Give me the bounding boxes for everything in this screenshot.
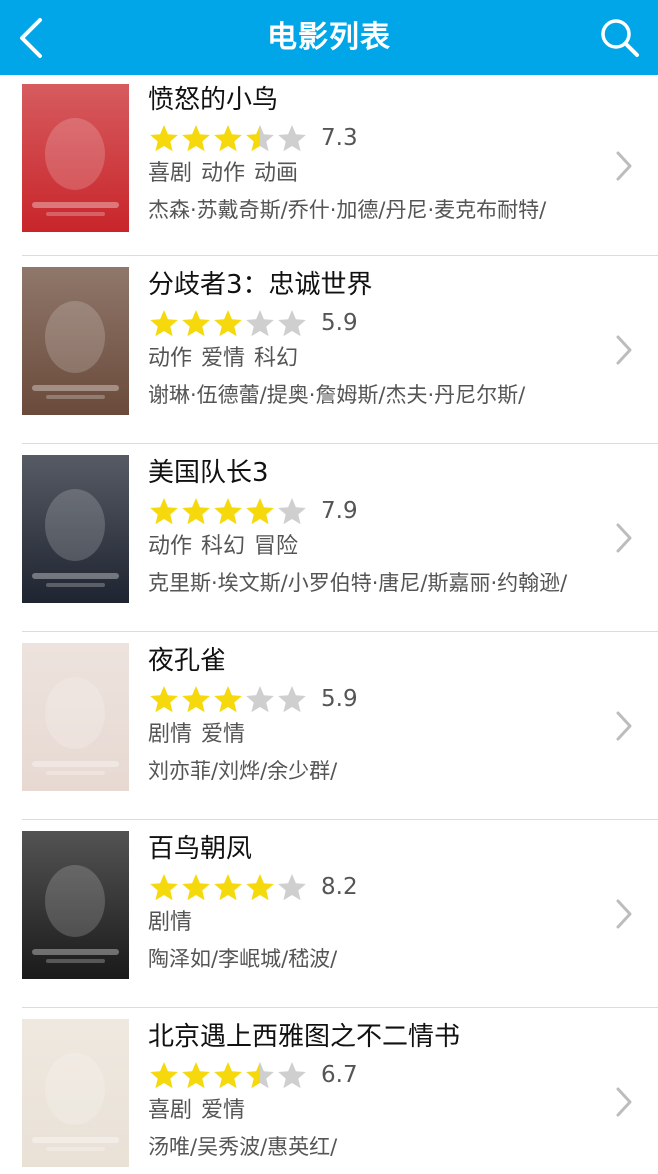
rating-score: 5.9 bbox=[321, 686, 358, 712]
star-icon bbox=[150, 1062, 178, 1089]
chevron-right-icon bbox=[614, 632, 634, 820]
star-rating bbox=[148, 496, 308, 526]
movie-list-item[interactable]: 百鸟朝凤 8.2 剧情 陶泽如/李岷城/嵇波/ bbox=[0, 820, 658, 1008]
star-icon bbox=[214, 125, 242, 152]
movie-rating: 7.9 bbox=[148, 492, 602, 530]
star-icon bbox=[246, 686, 274, 713]
rating-score: 5.9 bbox=[321, 310, 358, 336]
movie-title: 百鸟朝凤 bbox=[148, 834, 253, 864]
movie-title: 分歧者3：忠诚世界 bbox=[148, 270, 373, 300]
movie-list-item[interactable]: 愤怒的小鸟 7.3 喜剧 动作 动画 杰森·苏戴奇斯/乔什·加德/丹尼·麦克布耐… bbox=[0, 75, 658, 256]
star-icon bbox=[182, 874, 210, 901]
movie-rating: 5.9 bbox=[148, 304, 602, 342]
star-rating bbox=[148, 1060, 308, 1090]
star-icon bbox=[278, 1062, 306, 1089]
movie-genres: 喜剧 动作 动画 bbox=[148, 161, 298, 186]
movie-cast: 谢琳·伍德蕾/提奥·詹姆斯/杰夫·丹尼尔斯/ bbox=[148, 383, 526, 407]
star-icon bbox=[214, 310, 242, 337]
star-icon bbox=[182, 498, 210, 525]
movie-title: 愤怒的小鸟 bbox=[148, 85, 279, 115]
movie-poster bbox=[22, 455, 129, 603]
star-icon bbox=[246, 498, 274, 525]
star-icon bbox=[182, 125, 210, 152]
page-title: 电影列表 bbox=[267, 20, 391, 55]
movie-cast: 克里斯·埃文斯/小罗伯特·唐尼/斯嘉丽·约翰逊/ bbox=[148, 571, 568, 595]
star-icon bbox=[150, 874, 178, 901]
movie-info: 夜孔雀 5.9 剧情 爱情 刘亦菲/刘烨/余少群/ bbox=[148, 644, 602, 790]
movie-info: 分歧者3：忠诚世界 5.9 动作 爱情 科幻 谢琳·伍德蕾/提奥·詹姆斯/杰夫·… bbox=[148, 268, 602, 414]
movie-cast: 汤唯/吴秀波/惠英红/ bbox=[148, 1135, 338, 1159]
star-icon bbox=[278, 874, 306, 901]
star-icon bbox=[278, 498, 306, 525]
movie-list-item[interactable]: 北京遇上西雅图之不二情书 6.7 喜剧 爱情 汤唯/吴秀波/惠英红/ bbox=[0, 1008, 658, 1174]
star-rating bbox=[148, 308, 308, 338]
movie-list-item[interactable]: 分歧者3：忠诚世界 5.9 动作 爱情 科幻 谢琳·伍德蕾/提奥·詹姆斯/杰夫·… bbox=[0, 256, 658, 444]
movie-title: 北京遇上西雅图之不二情书 bbox=[148, 1022, 461, 1052]
movie-rating: 8.2 bbox=[148, 868, 602, 906]
movie-list: 愤怒的小鸟 7.3 喜剧 动作 动画 杰森·苏戴奇斯/乔什·加德/丹尼·麦克布耐… bbox=[0, 75, 658, 1174]
movie-poster bbox=[22, 267, 129, 415]
movie-list-item[interactable]: 美国队长3 7.9 动作 科幻 冒险 克里斯·埃文斯/小罗伯特·唐尼/斯嘉丽·约… bbox=[0, 444, 658, 632]
movie-info: 美国队长3 7.9 动作 科幻 冒险 克里斯·埃文斯/小罗伯特·唐尼/斯嘉丽·约… bbox=[148, 456, 602, 602]
star-icon bbox=[246, 125, 274, 152]
movie-genres: 动作 科幻 冒险 bbox=[148, 534, 298, 559]
movie-cast: 刘亦菲/刘烨/余少群/ bbox=[148, 759, 338, 783]
movie-info: 愤怒的小鸟 7.3 喜剧 动作 动画 杰森·苏戴奇斯/乔什·加德/丹尼·麦克布耐… bbox=[148, 83, 602, 229]
star-rating bbox=[148, 684, 308, 714]
star-icon bbox=[214, 498, 242, 525]
movie-list-screen: 电影列表 愤怒的小鸟 7.3 喜剧 动作 动画 杰森·苏戴奇斯/乔什·加德/丹尼… bbox=[0, 0, 658, 1174]
chevron-right-icon bbox=[614, 256, 634, 444]
chevron-right-icon bbox=[614, 444, 634, 632]
movie-rating: 7.3 bbox=[148, 119, 602, 157]
movie-info: 北京遇上西雅图之不二情书 6.7 喜剧 爱情 汤唯/吴秀波/惠英红/ bbox=[148, 1020, 602, 1166]
movie-list-item[interactable]: 夜孔雀 5.9 剧情 爱情 刘亦菲/刘烨/余少群/ bbox=[0, 632, 658, 820]
movie-cast: 杰森·苏戴奇斯/乔什·加德/丹尼·麦克布耐特/ bbox=[148, 198, 547, 222]
header-bar: 电影列表 bbox=[0, 0, 658, 75]
movie-info: 百鸟朝凤 8.2 剧情 陶泽如/李岷城/嵇波/ bbox=[148, 832, 602, 978]
star-icon bbox=[278, 125, 306, 152]
star-icon bbox=[150, 125, 178, 152]
movie-genres: 剧情 爱情 bbox=[148, 722, 245, 747]
rating-score: 7.9 bbox=[321, 498, 358, 524]
star-icon bbox=[150, 310, 178, 337]
star-icon bbox=[278, 686, 306, 713]
star-rating bbox=[148, 123, 308, 153]
movie-poster bbox=[22, 84, 129, 232]
star-icon bbox=[150, 686, 178, 713]
rating-score: 7.3 bbox=[321, 125, 358, 151]
star-icon bbox=[246, 874, 274, 901]
movie-title: 夜孔雀 bbox=[148, 646, 227, 676]
movie-poster bbox=[22, 643, 129, 791]
star-icon bbox=[246, 1062, 274, 1089]
movie-rating: 5.9 bbox=[148, 680, 602, 718]
star-icon bbox=[214, 1062, 242, 1089]
search-button[interactable] bbox=[596, 14, 644, 62]
star-icon bbox=[214, 686, 242, 713]
star-icon bbox=[182, 686, 210, 713]
chevron-right-icon bbox=[614, 75, 634, 256]
movie-genres: 喜剧 爱情 bbox=[148, 1098, 245, 1123]
rating-score: 6.7 bbox=[321, 1062, 358, 1088]
movie-title: 美国队长3 bbox=[148, 458, 269, 488]
chevron-right-icon bbox=[614, 1008, 634, 1174]
star-icon bbox=[214, 874, 242, 901]
star-rating bbox=[148, 872, 308, 902]
movie-genres: 动作 爱情 科幻 bbox=[148, 346, 298, 371]
movie-cast: 陶泽如/李岷城/嵇波/ bbox=[148, 947, 338, 971]
chevron-right-icon bbox=[614, 820, 634, 1008]
star-icon bbox=[246, 310, 274, 337]
movie-genres: 剧情 bbox=[148, 910, 193, 935]
star-icon bbox=[150, 498, 178, 525]
star-icon bbox=[182, 1062, 210, 1089]
search-icon bbox=[601, 19, 639, 57]
movie-poster bbox=[22, 1019, 129, 1167]
movie-rating: 6.7 bbox=[148, 1056, 602, 1094]
movie-poster bbox=[22, 831, 129, 979]
rating-score: 8.2 bbox=[321, 874, 358, 900]
star-icon bbox=[278, 310, 306, 337]
star-icon bbox=[182, 310, 210, 337]
